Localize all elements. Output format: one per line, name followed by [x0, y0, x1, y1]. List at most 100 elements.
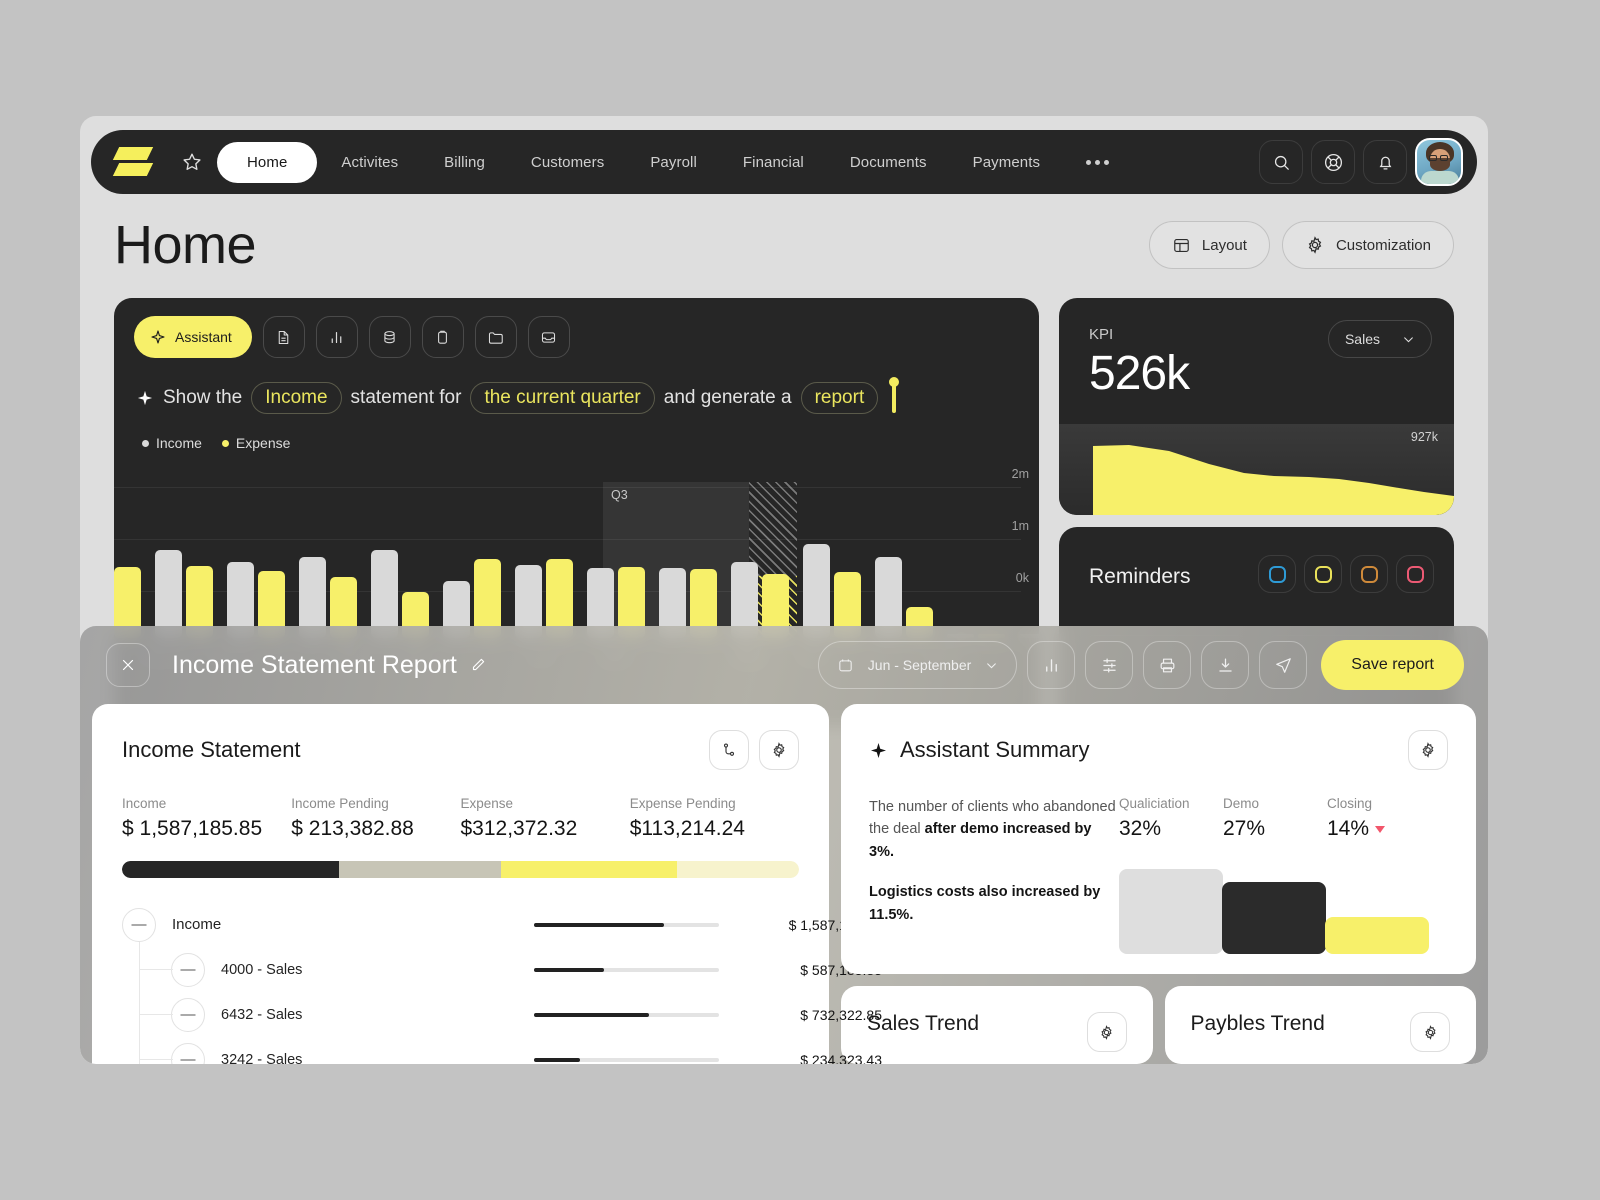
row-progress [534, 1057, 719, 1062]
metric-value-text: 27% [1223, 817, 1266, 840]
nav-tab-customers[interactable]: Customers [509, 143, 626, 182]
bar-income[interactable] [155, 550, 182, 638]
stat-expense: Expense $312,372.32 [461, 796, 630, 841]
collapse-toggle[interactable]: — [171, 952, 205, 987]
stat-income: Income $ 1,587,185.85 [122, 796, 291, 841]
search-icon[interactable] [1259, 140, 1303, 184]
table-row[interactable]: — 3242 - Sales $ 234,323.43 [122, 1037, 882, 1064]
pencil-icon[interactable] [469, 656, 487, 674]
reminder-swatch-yellow[interactable] [1304, 555, 1342, 593]
chevron-down-icon [985, 659, 998, 672]
nav-tab-payroll[interactable]: Payroll [628, 143, 719, 182]
filter-sliders-icon[interactable] [1085, 641, 1134, 689]
prompt-part-1: Show the [163, 387, 243, 408]
top-navbar: Home Activites Billing Customers Payroll… [91, 130, 1477, 194]
kpi-select-value: Sales [1344, 331, 1380, 347]
bar-group [155, 550, 213, 638]
metric-label: Demo [1223, 796, 1260, 811]
calendar-icon [837, 657, 854, 674]
bar-chart-icon[interactable] [1027, 641, 1076, 689]
assistant-summary-title: Assistant Summary [869, 737, 1090, 763]
table-row[interactable]: — 4000 - Sales $ 587,185.85 [122, 947, 882, 992]
gear-icon[interactable] [759, 730, 799, 770]
prompt-token-quarter[interactable]: the current quarter [470, 382, 655, 414]
nav-tab-billing[interactable]: Billing [422, 143, 507, 182]
legend-label-income: Income [156, 435, 202, 451]
layout-button[interactable]: Layout [1148, 221, 1270, 269]
metric-value-text: 14% [1327, 817, 1370, 840]
row-value: $ 732,322.85 [800, 1006, 882, 1023]
trend-down-icon [1375, 825, 1386, 833]
income-segment-bar [122, 861, 799, 878]
gear-icon [1305, 235, 1325, 255]
document-icon[interactable] [262, 316, 305, 358]
collapse-toggle[interactable]: — [122, 907, 156, 942]
close-icon[interactable] [106, 643, 150, 687]
stat-label: Expense Pending [629, 796, 736, 811]
star-icon[interactable] [175, 145, 209, 179]
reminder-swatch-blue[interactable] [1258, 555, 1296, 593]
nav-tab-home[interactable]: Home [217, 141, 318, 183]
nav-more-icon[interactable] [1064, 159, 1131, 165]
print-icon[interactable] [1143, 641, 1192, 689]
bar-group [803, 544, 861, 638]
bar-income[interactable] [803, 544, 830, 638]
metric-value: 27% [1223, 817, 1327, 841]
assistant-summary-card: Assistant Summary The number of clients … [841, 704, 1476, 974]
gear-icon[interactable] [1410, 1012, 1450, 1052]
kpi-label: KPI [1089, 326, 1114, 343]
metric-minibars [1119, 858, 1429, 954]
sales-trend-card: Sales Trend [841, 986, 1153, 1064]
prompt-part-3: and generate a [663, 387, 792, 408]
legend-item-expense: Expense [221, 435, 290, 451]
inbox-icon[interactable] [527, 316, 570, 358]
assistant-summary-label: Assistant Summary [900, 737, 1090, 762]
prompt-token-income[interactable]: Income [251, 382, 342, 414]
assistant-summary-body: The number of clients who abandoned the … [869, 796, 1448, 954]
prompt-token-report[interactable]: report [800, 382, 879, 414]
kpi-metric-select[interactable]: Sales [1327, 320, 1432, 358]
database-icon[interactable] [368, 316, 411, 358]
table-row[interactable]: — 6432 - Sales $ 732,322.85 [122, 992, 882, 1037]
gear-icon[interactable] [1408, 730, 1448, 770]
collapse-toggle[interactable]: — [171, 997, 205, 1032]
row-progress [534, 1012, 719, 1017]
folder-icon[interactable] [474, 316, 517, 358]
clipboard-icon[interactable] [421, 316, 464, 358]
sparkle-small-icon [136, 389, 154, 407]
bar-chart-icon[interactable] [315, 316, 358, 358]
stat-income-pending: Income Pending $ 213,382.88 [291, 796, 460, 841]
summary-p2-bold: Logistics costs also increased by 11.5%. [869, 884, 1101, 923]
branch-icon[interactable] [709, 730, 749, 770]
gear-icon[interactable] [1086, 1012, 1127, 1052]
assistant-chip[interactable]: Assistant [134, 316, 252, 358]
bell-icon[interactable] [1363, 140, 1407, 184]
nav-tab-financial[interactable]: Financial [721, 143, 826, 182]
table-row[interactable]: — Income $ 1,587,185.85 [122, 902, 882, 947]
nav-tab-activites[interactable]: Activites [319, 143, 420, 182]
download-icon[interactable] [1201, 641, 1250, 689]
date-range-select[interactable]: Jun - September [817, 641, 1018, 689]
income-statement-title: Income Statement [122, 737, 301, 762]
lifebuoy-icon[interactable] [1311, 140, 1355, 184]
send-icon[interactable] [1259, 641, 1308, 689]
save-report-button[interactable]: Save report [1321, 640, 1464, 690]
page-header-actions: Layout Customization [1148, 221, 1454, 269]
chevron-down-icon [1402, 333, 1415, 346]
avatar[interactable] [1415, 138, 1463, 186]
prompt-part-2: statement for [350, 387, 462, 408]
summary-paragraph-1: The number of clients who abandoned the … [869, 796, 1119, 863]
collapse-toggle[interactable]: — [171, 1042, 205, 1064]
bar-income[interactable] [371, 549, 398, 638]
nav-tab-documents[interactable]: Documents [828, 143, 949, 182]
report-modal: Income Statement Report Jun - September [80, 626, 1488, 1064]
reminder-swatch-pink[interactable] [1396, 555, 1434, 593]
nav-tab-payments[interactable]: Payments [951, 143, 1063, 182]
stat-value: $ 213,382.88 [291, 817, 414, 840]
customization-button[interactable]: Customization [1281, 221, 1454, 269]
brand-logo-icon[interactable] [112, 145, 154, 179]
reminder-swatch-orange[interactable] [1350, 555, 1388, 593]
assistant-prompt[interactable]: Show the Income statement for the curren… [114, 358, 1039, 414]
nav-tabs: Home Activites Billing Customers Payroll… [217, 141, 1131, 183]
metric-label: Qualiciation [1119, 796, 1190, 811]
